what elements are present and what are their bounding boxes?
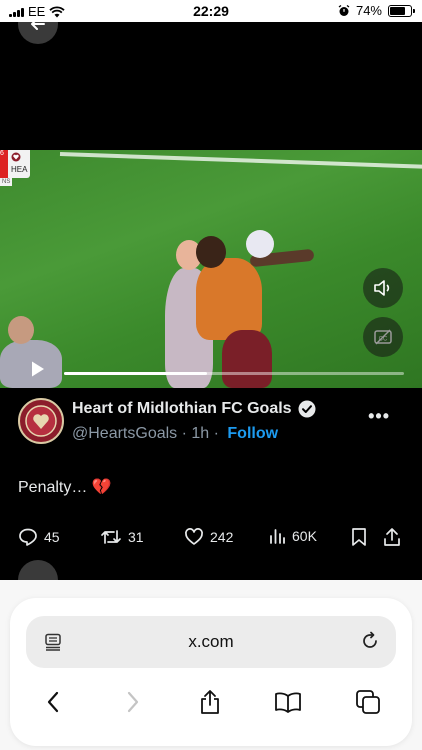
- captions-off-icon: CC: [374, 329, 392, 345]
- handle-row: @HeartsGoals · 1h · Follow: [72, 425, 278, 443]
- status-right: 74%: [338, 3, 415, 18]
- repost-count: 31: [128, 529, 144, 545]
- share-button[interactable]: [383, 527, 401, 547]
- score-number: 6: [0, 150, 8, 178]
- tweet-actions: 45 31 242 60K: [0, 527, 422, 547]
- reply-count: 45: [44, 529, 60, 545]
- reply-button[interactable]: 45: [18, 527, 60, 547]
- follow-button[interactable]: Follow: [227, 425, 278, 442]
- score-team: HEA: [8, 150, 31, 178]
- reply-icon: [19, 528, 37, 546]
- video-progress-bar[interactable]: [64, 372, 404, 375]
- score-sub: NS: [0, 178, 13, 186]
- repost-icon: [101, 530, 121, 544]
- verified-badge-icon: [298, 400, 316, 418]
- url-text[interactable]: x.com: [26, 632, 396, 652]
- tweet-text: Penalty… 💔: [18, 477, 112, 497]
- book-icon: [275, 692, 301, 713]
- share-icon: [201, 690, 219, 714]
- reload-icon[interactable]: [360, 631, 380, 651]
- battery-percent: 74%: [355, 3, 382, 18]
- play-icon: [32, 361, 44, 377]
- address-bar[interactable]: x.com: [26, 616, 396, 668]
- author-row: Heart of Midlothian FC Goals: [72, 400, 316, 418]
- speaker-icon: [374, 280, 390, 296]
- heart-icon: [185, 528, 203, 545]
- author-name[interactable]: Heart of Midlothian FC Goals: [72, 400, 292, 418]
- hearts-crest-icon: [25, 405, 57, 437]
- ball: [246, 230, 274, 258]
- bookmarks-button[interactable]: [270, 684, 306, 720]
- player-attacker-shorts: [222, 330, 272, 388]
- video-progress-fill: [64, 372, 207, 375]
- x-app-view: 6 HEA NS CC Heart of Midlothian FC Goals…: [0, 22, 422, 580]
- browser-forward-button[interactable]: [115, 684, 151, 720]
- views-chart-icon: [270, 529, 285, 544]
- browser-nav: [10, 684, 412, 720]
- status-bar: EE 22:29 74%: [0, 0, 422, 22]
- tabs-icon: [356, 690, 380, 714]
- captions-button[interactable]: CC: [363, 317, 403, 357]
- video-player[interactable]: 6 HEA NS CC: [0, 150, 422, 388]
- tweet-text-body: Penalty…: [18, 479, 88, 496]
- broken-heart-emoji: 💔: [91, 479, 112, 496]
- player-background-head: [8, 316, 34, 344]
- battery-icon: [388, 4, 415, 17]
- player-attacker: [196, 258, 262, 340]
- like-button[interactable]: 242: [184, 527, 233, 547]
- score-team-label: HEA: [11, 165, 28, 174]
- bookmark-button[interactable]: [351, 527, 367, 547]
- views-button[interactable]: 60K: [268, 527, 317, 545]
- score-badge: 6 HEA NS: [0, 150, 31, 186]
- alarm-icon: [338, 4, 350, 16]
- next-tweet-back-button[interactable]: [18, 560, 58, 580]
- repost-button[interactable]: 31: [100, 527, 144, 547]
- browser-card: x.com: [10, 598, 412, 746]
- post-time: · 1h ·: [177, 425, 224, 442]
- chevron-right-icon: [127, 691, 139, 713]
- back-button[interactable]: [18, 22, 58, 44]
- battery-fill: [390, 6, 405, 15]
- tabs-button[interactable]: [350, 684, 386, 720]
- bookmark-icon: [352, 528, 366, 546]
- pitch-line: [59, 152, 422, 171]
- arrow-left-icon: [31, 22, 45, 30]
- play-button[interactable]: [30, 360, 46, 383]
- views-count: 60K: [292, 528, 317, 544]
- chevron-left-icon: [47, 691, 59, 713]
- avatar[interactable]: [18, 398, 64, 444]
- browser-back-button[interactable]: [35, 684, 71, 720]
- volume-button[interactable]: [363, 268, 403, 308]
- like-count: 242: [210, 529, 234, 545]
- player-head-attacker: [196, 236, 226, 268]
- share-icon: [384, 528, 400, 546]
- browser-toolbar: x.com: [0, 580, 422, 750]
- hearts-crest-icon: [11, 152, 21, 162]
- browser-share-button[interactable]: [192, 684, 228, 720]
- author-handle[interactable]: @HeartsGoals: [72, 425, 177, 442]
- more-options-button[interactable]: •••: [368, 406, 390, 427]
